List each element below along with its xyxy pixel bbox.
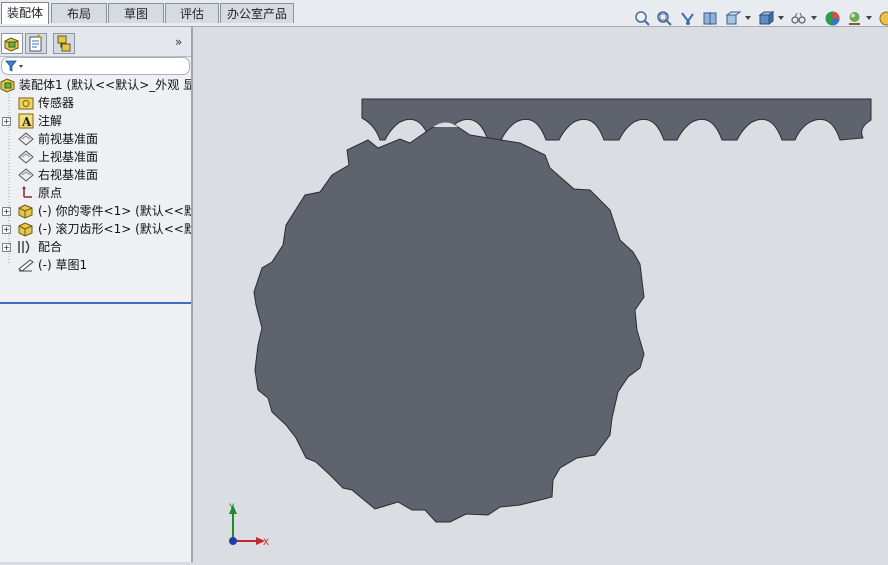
tree-item-mates[interactable]: + 配合: [0, 238, 191, 256]
zoom-to-area-icon[interactable]: [656, 10, 673, 27]
tree-item-label: 注解: [38, 114, 63, 128]
rollback-bar[interactable]: [0, 302, 191, 304]
zoom-to-fit-icon[interactable]: [634, 10, 651, 27]
tree-item-part-your-part[interactable]: + (-) 你的零件<1> (默认<<默认: [0, 202, 191, 220]
tab-office-products[interactable]: 办公室产品: [220, 3, 294, 23]
command-manager-tabs: 装配体 布局 草图 评估 办公室产品: [0, 0, 888, 27]
plane-icon: [18, 168, 34, 182]
model-view[interactable]: Y X: [193, 27, 888, 562]
apply-scene-dropdown-icon[interactable]: [866, 16, 872, 20]
display-style-icon[interactable]: [758, 10, 775, 27]
part-icon: [18, 222, 33, 237]
plane-icon: [18, 150, 34, 164]
tree-filter-input[interactable]: [1, 57, 190, 75]
hide-show-items-icon[interactable]: [790, 10, 807, 27]
view-settings-icon[interactable]: [878, 10, 888, 27]
tree-item-annotations[interactable]: + A 注解: [0, 112, 191, 130]
section-view-icon[interactable]: [702, 10, 719, 27]
property-manager-icon: [29, 34, 43, 52]
filter-icon: [5, 60, 23, 72]
tab-evaluate[interactable]: 评估: [165, 3, 219, 23]
hide-show-dropdown-icon[interactable]: [811, 16, 817, 20]
tree-item-label: (-) 滚刀齿形<1> (默认<<默认: [38, 222, 191, 236]
coordinate-triad: Y X: [228, 503, 269, 548]
previous-view-icon[interactable]: [679, 10, 696, 27]
plane-icon: [18, 132, 34, 146]
tree-item-sensors[interactable]: 传感器: [0, 94, 191, 112]
tree-item-label: 传感器: [38, 96, 75, 110]
tab-assembly[interactable]: 装配体: [1, 2, 49, 24]
tree-item-label: 配合: [38, 240, 63, 254]
tree-item-label: 右视基准面: [38, 168, 99, 182]
sketch-icon: [18, 259, 34, 272]
feature-manager-tabs: »: [0, 27, 191, 57]
tree-item-sketch1[interactable]: (-) 草图1: [0, 256, 191, 274]
tree-item-origin[interactable]: 原点: [0, 184, 191, 202]
configuration-manager-icon: [57, 35, 71, 52]
tree-item-label: (-) 草图1: [38, 258, 88, 272]
expand-toggle[interactable]: +: [2, 225, 11, 234]
tree-item-label: 原点: [38, 186, 63, 200]
view-orientation-dropdown-icon[interactable]: [745, 16, 751, 20]
tree-item-assembly[interactable]: 装配体1 (默认<<默认>_外观 显: [0, 76, 191, 94]
configuration-manager-tab[interactable]: [53, 33, 75, 54]
graphics-area[interactable]: Y X: [193, 27, 888, 562]
tab-layout[interactable]: 布局: [51, 3, 107, 23]
assembly-icon: [0, 78, 15, 93]
view-orientation-icon[interactable]: [725, 10, 742, 27]
tree-item-part-hob-profile[interactable]: + (-) 滚刀齿形<1> (默认<<默认: [0, 220, 191, 238]
tree-item-front-plane[interactable]: 前视基准面: [0, 130, 191, 148]
triad-x-label: X: [263, 538, 269, 548]
property-manager-tab[interactable]: [25, 33, 47, 54]
sensor-icon: [18, 97, 34, 110]
assembly-tree-icon: [4, 37, 19, 52]
triad-y-label: Y: [228, 503, 235, 513]
mates-icon: [18, 240, 30, 254]
expand-toggle[interactable]: +: [2, 243, 11, 252]
tree-item-label: (-) 你的零件<1> (默认<<默认: [38, 204, 191, 218]
tree-item-label: 上视基准面: [38, 150, 99, 164]
expand-toggle[interactable]: +: [2, 117, 11, 126]
edit-appearance-icon[interactable]: [824, 10, 841, 27]
gear-body[interactable]: [253, 124, 645, 523]
tab-sketch[interactable]: 草图: [108, 3, 164, 23]
expand-pane-button[interactable]: »: [175, 35, 187, 49]
expand-toggle[interactable]: +: [2, 207, 11, 216]
tree-item-label: 装配体1 (默认<<默认>_外观 显: [19, 78, 191, 92]
part-icon: [18, 204, 33, 219]
tree-item-top-plane[interactable]: 上视基准面: [0, 148, 191, 166]
origin-icon: [22, 186, 32, 198]
apply-scene-icon[interactable]: [846, 10, 863, 27]
svg-text:A: A: [21, 115, 32, 129]
feature-manager-tab[interactable]: [1, 33, 23, 54]
tree-item-right-plane[interactable]: 右视基准面: [0, 166, 191, 184]
tree-item-label: 前视基准面: [38, 132, 99, 146]
annotation-icon: A: [18, 113, 34, 129]
display-style-dropdown-icon[interactable]: [778, 16, 784, 20]
feature-manager-pane: » 装配体1 (默认<<默认>_外观 显 传感器 + A 注解 前视基准面 上视…: [0, 27, 191, 562]
